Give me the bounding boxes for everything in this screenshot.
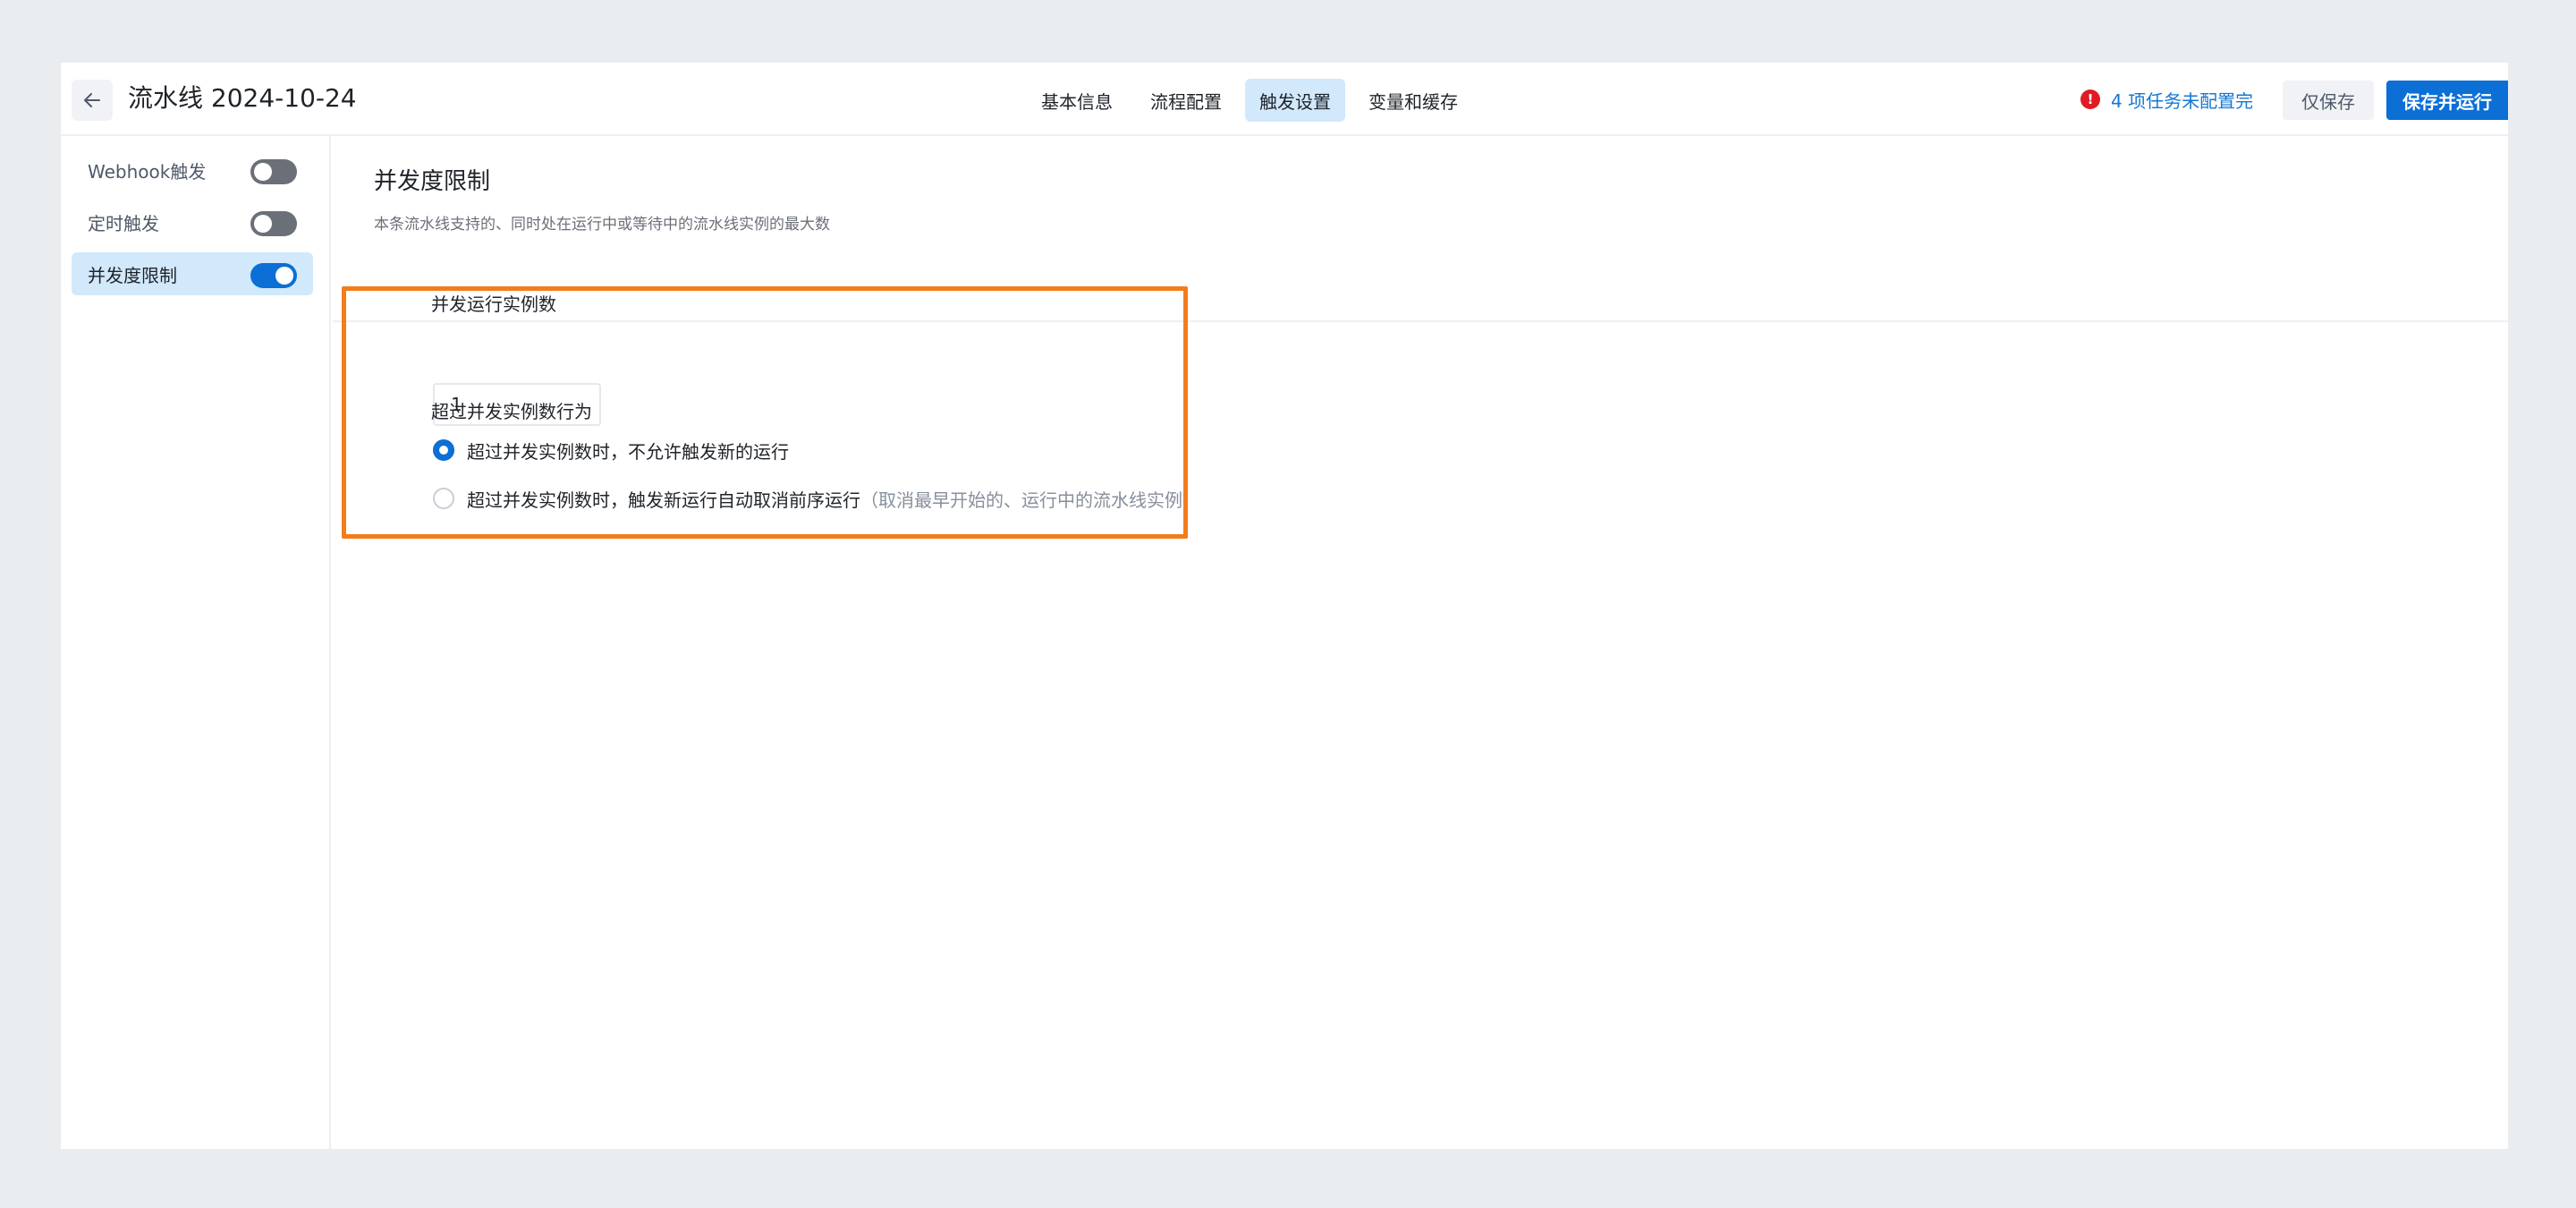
toggle-knob bbox=[254, 215, 272, 233]
back-button[interactable] bbox=[72, 80, 113, 121]
save-only-button[interactable]: 仅保存 bbox=[2283, 81, 2374, 120]
toggle-knob bbox=[254, 163, 272, 181]
warning-text: 4 项任务未配置完 bbox=[2111, 89, 2254, 112]
tab-variables-cache[interactable]: 变量和缓存 bbox=[1354, 79, 1472, 122]
save-and-run-button[interactable]: 保存并运行 bbox=[2386, 81, 2508, 120]
concurrency-toggle[interactable] bbox=[250, 263, 297, 288]
option-text: 超过并发实例数时，触发新运行自动取消前序运行 bbox=[467, 489, 860, 511]
radio-checked[interactable] bbox=[433, 439, 454, 461]
sidebar-item-label: 定时触发 bbox=[88, 212, 159, 234]
option-block-new-runs[interactable]: 超过并发实例数时，不允许触发新的运行 bbox=[433, 435, 789, 465]
toggle-knob bbox=[275, 267, 293, 285]
page-title: 流水线 2024-10-24 bbox=[128, 83, 357, 113]
sidebar-item-concurrency[interactable]: 并发度限制 bbox=[72, 252, 313, 295]
tab-flow-config[interactable]: 流程配置 bbox=[1136, 79, 1236, 122]
tab-basic-info[interactable]: 基本信息 bbox=[1027, 79, 1127, 122]
sidebar-item-label: Webhook触发 bbox=[88, 160, 207, 183]
option-cancel-previous-runs[interactable]: 超过并发实例数时，触发新运行自动取消前序运行 （取消最早开始的、运行中的流水线实… bbox=[433, 483, 1200, 514]
app-window: 流水线 2024-10-24 基本信息 流程配置 触发设置 变量和缓存 ! 4 … bbox=[61, 63, 2508, 1149]
sidebar-item-webhook[interactable]: Webhook触发 bbox=[72, 149, 313, 191]
concurrency-count-label: 并发运行实例数 bbox=[431, 293, 556, 315]
alert-icon: ! bbox=[2080, 89, 2100, 109]
divider bbox=[333, 320, 2508, 322]
webhook-toggle[interactable] bbox=[250, 159, 297, 184]
radio-unchecked[interactable] bbox=[433, 488, 454, 509]
option-hint: （取消最早开始的、运行中的流水线实例） bbox=[860, 489, 1200, 511]
section-description: 本条流水线支持的、同时处在运行中或等待中的流水线实例的最大数 bbox=[374, 216, 830, 234]
arrow-left-icon bbox=[84, 93, 100, 107]
trigger-sidebar: Webhook触发 定时触发 并发度限制 bbox=[61, 136, 331, 1149]
tab-bar: 基本信息 流程配置 触发设置 变量和缓存 bbox=[1027, 79, 1472, 122]
over-limit-behavior-label: 超过并发实例数行为 bbox=[431, 401, 592, 422]
sidebar-item-label: 并发度限制 bbox=[88, 264, 177, 286]
page-header: 流水线 2024-10-24 基本信息 流程配置 触发设置 变量和缓存 ! 4 … bbox=[61, 63, 2508, 136]
main-content: 并发度限制 本条流水线支持的、同时处在运行中或等待中的流水线实例的最大数 bbox=[333, 136, 2508, 1149]
tab-trigger-settings[interactable]: 触发设置 bbox=[1245, 79, 1345, 122]
scheduled-toggle[interactable] bbox=[250, 211, 297, 236]
sidebar-item-scheduled[interactable]: 定时触发 bbox=[72, 200, 313, 243]
unconfigured-tasks-warning[interactable]: ! 4 项任务未配置完 bbox=[2080, 84, 2253, 115]
option-text: 超过并发实例数时，不允许触发新的运行 bbox=[467, 440, 789, 463]
section-title: 并发度限制 bbox=[374, 168, 491, 195]
